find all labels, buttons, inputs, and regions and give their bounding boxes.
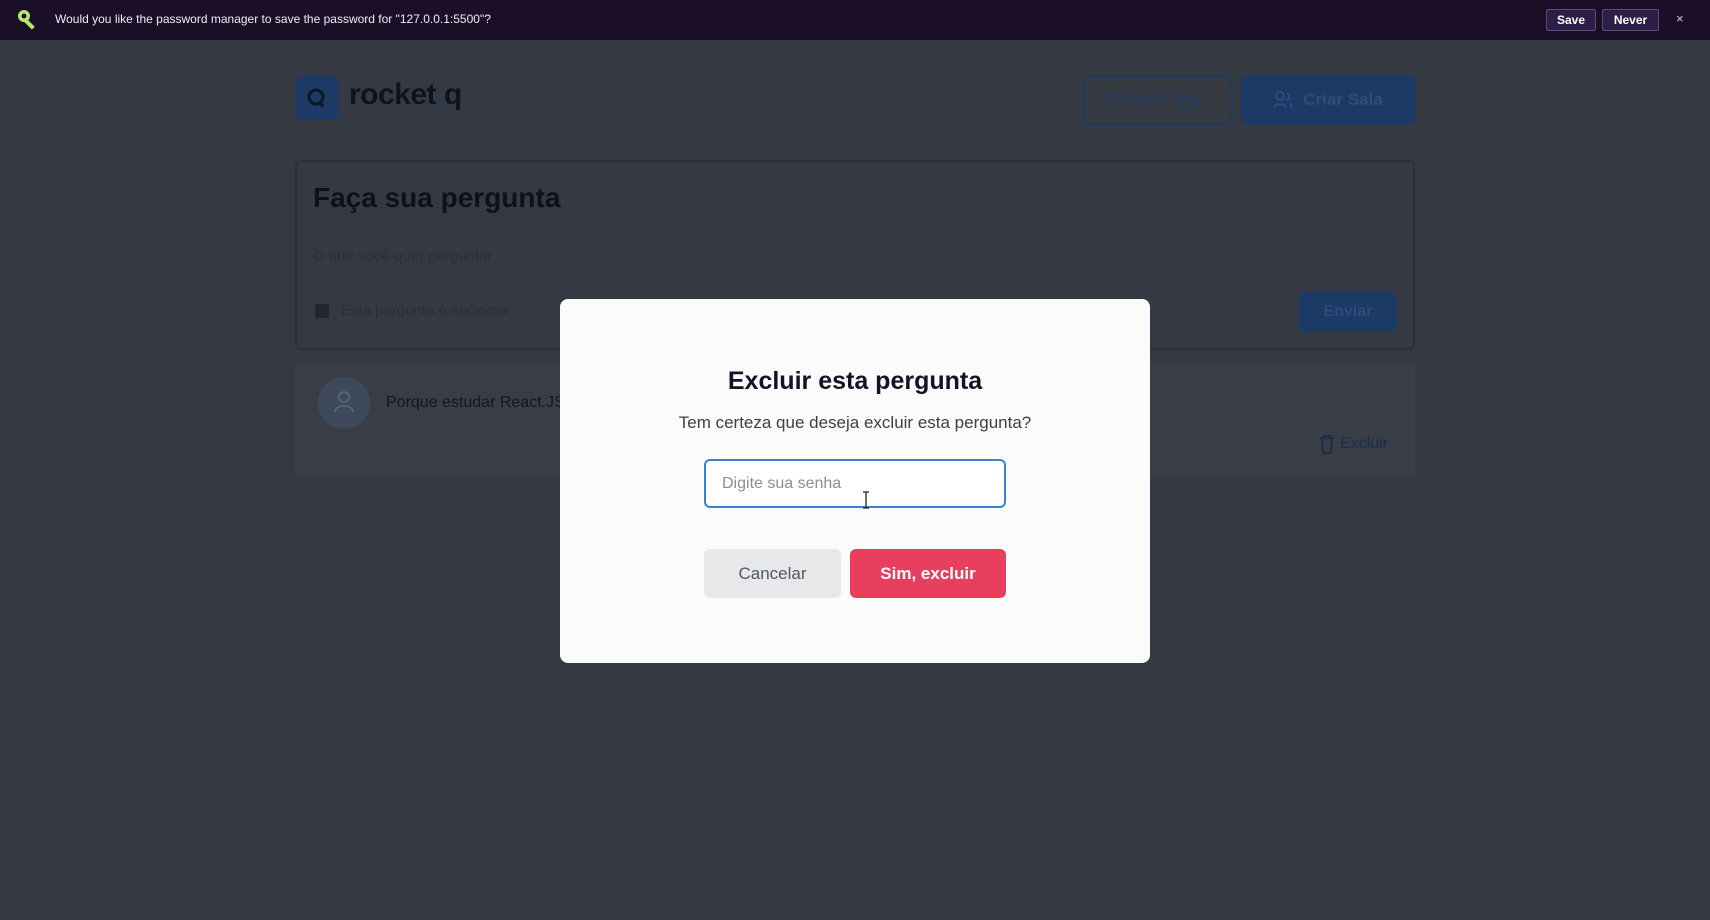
logo-icon bbox=[295, 76, 339, 120]
page-title: Faça sua pergunta bbox=[313, 182, 561, 213]
copy-icon bbox=[1177, 91, 1196, 109]
password-manager-bar: Would you like the password manager to s… bbox=[0, 0, 1710, 40]
create-room-button[interactable]: Criar Sala bbox=[1241, 75, 1415, 125]
password-input[interactable] bbox=[704, 459, 1006, 508]
save-password-button[interactable]: Save bbox=[1546, 9, 1596, 31]
users-icon bbox=[1273, 91, 1294, 109]
delete-label: Excluir bbox=[1340, 435, 1389, 452]
password-manager-message: Would you like the password manager to s… bbox=[55, 12, 491, 26]
cancel-button[interactable]: Cancelar bbox=[704, 549, 841, 598]
room-code-text: #764665 bbox=[1101, 90, 1168, 109]
anonymous-checkbox[interactable] bbox=[315, 304, 329, 318]
close-icon[interactable]: × bbox=[1676, 11, 1684, 26]
create-room-label: Criar Sala bbox=[1303, 90, 1383, 109]
user-icon bbox=[334, 391, 354, 413]
trash-icon bbox=[1320, 435, 1334, 454]
modal-title: Excluir esta pergunta bbox=[727, 367, 983, 395]
modal-description: Tem certeza que deseja excluir esta perg… bbox=[678, 413, 1032, 432]
room-code-button[interactable]: #764665 bbox=[1083, 75, 1233, 125]
delete-question-button[interactable]: Excluir bbox=[1318, 434, 1388, 454]
send-button[interactable]: Enviar bbox=[1299, 292, 1397, 332]
text-cursor-icon bbox=[863, 491, 869, 509]
key-icon bbox=[18, 10, 35, 30]
logo: rocket.q bbox=[349, 78, 462, 111]
confirm-delete-button[interactable]: Sim, excluir bbox=[850, 549, 1006, 598]
avatar bbox=[318, 377, 370, 429]
never-save-button[interactable]: Never bbox=[1602, 9, 1659, 31]
question-text: Porque estudar React.JS bbox=[386, 394, 565, 411]
delete-confirm-modal: Excluir esta pergunta Tem certeza que de… bbox=[560, 299, 1150, 663]
anonymous-label: Esta pergunta é anônima bbox=[341, 302, 509, 319]
question-textarea[interactable]: O que você quer perguntar bbox=[313, 248, 492, 265]
